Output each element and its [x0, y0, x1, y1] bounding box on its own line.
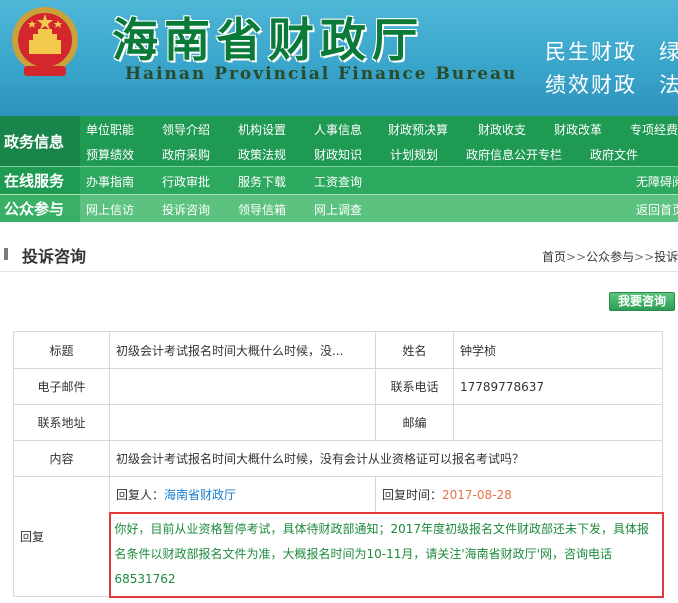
nav-row-gov-info: 政务信息 单位职能 领导介绍 机构设置 人事信息 财政预决算 财政收支 财政改革…	[0, 116, 678, 166]
breadcrumb: 首页>>公众参与>>投诉咨	[542, 248, 678, 265]
reply-content-box: 你好，目前从业资格暂停考试，具体待财政部通知；2017年度初级报名文件财政部还未…	[108, 511, 664, 598]
nav-link[interactable]: 政府采购	[162, 146, 210, 163]
nav-link[interactable]: 单位职能	[86, 121, 134, 138]
nav-link[interactable]: 办事指南	[86, 173, 134, 190]
home-link[interactable]: 返回首页	[636, 201, 678, 218]
accessibility-link[interactable]: 无障碍阅	[636, 173, 678, 190]
table-row: 电子邮件 联系电话 17789778637	[13, 368, 663, 405]
nav-section-label: 政务信息	[0, 116, 80, 166]
breadcrumb-separator: >>	[566, 250, 587, 264]
field-label: 电子邮件	[13, 368, 110, 405]
site-banner: 海南省财政厅 Hainan Provincial Finance Bureau …	[0, 0, 678, 116]
nav-row-public-participation: 公众参与 网上信访 投诉咨询 领导信箱 网上调查 返回首页	[0, 194, 678, 222]
title-value: 初级会计考试报名时间大概什么时候，没...	[109, 331, 376, 369]
slogan-text: 民生财政	[545, 40, 637, 64]
nav-link[interactable]: 机构设置	[238, 121, 286, 138]
nav-row-online-service: 在线服务 办事指南 行政审批 服务下载 工资查询 无障碍阅	[0, 166, 678, 194]
field-label: 联系电话	[375, 368, 454, 405]
breadcrumb-home[interactable]: 首页	[542, 250, 566, 264]
nav-link[interactable]: 财政知识	[314, 146, 362, 163]
reply-time-value: 2017-08-28	[442, 487, 512, 502]
nav-link[interactable]: 财政改革	[554, 121, 602, 138]
slogan-text: 绩效财政	[545, 73, 637, 97]
address-value	[109, 404, 376, 441]
field-label: 内容	[13, 440, 110, 477]
nav-link[interactable]: 财政预决算	[388, 121, 448, 138]
nav-link[interactable]: 投诉咨询	[162, 201, 210, 218]
slogan-line-2: 绩效财政法	[545, 69, 678, 99]
title-marker	[4, 248, 8, 260]
reply-time-label: 回复时间：	[382, 487, 443, 502]
site-subtitle: Hainan Provincial Finance Bureau	[125, 64, 518, 84]
field-label: 联系地址	[13, 404, 110, 441]
nav-link[interactable]: 服务下载	[238, 173, 286, 190]
nav-link[interactable]: 政策法规	[238, 146, 286, 163]
page-title: 投诉咨询	[22, 247, 87, 266]
nav-link[interactable]: 网上调查	[314, 201, 362, 218]
nav-link[interactable]: 人事信息	[314, 121, 362, 138]
breadcrumb-separator: >>	[634, 250, 655, 264]
ask-question-button[interactable]: 我要咨询	[609, 292, 675, 311]
breadcrumb-current: 投诉咨	[654, 250, 678, 264]
email-value	[109, 368, 376, 405]
field-label: 姓名	[375, 331, 454, 369]
slogan-tail: 法	[659, 73, 678, 97]
field-label: 标题	[13, 331, 110, 369]
table-row: 你好，目前从业资格暂停考试，具体待财政部通知；2017年度初级报名文件财政部还未…	[14, 511, 664, 598]
nav-items: 网上信访 投诉咨询 领导信箱 网上调查 返回首页	[80, 195, 678, 222]
nav-items: 办事指南 行政审批 服务下载 工资查询 无障碍阅	[80, 167, 678, 194]
field-label: 回复	[13, 476, 110, 597]
table-row: 标题 初级会计考试报名时间大概什么时候，没... 姓名 钟学桢	[13, 331, 663, 369]
nav-section-label: 公众参与	[0, 195, 80, 222]
replier-link[interactable]: 海南省财政厅	[164, 488, 236, 502]
replier-cell: 回复人：海南省财政厅	[109, 476, 376, 513]
reply-time-cell: 回复时间：2017-08-28	[375, 476, 663, 513]
zip-value	[453, 404, 663, 441]
nav-link[interactable]: 工资查询	[314, 173, 362, 190]
slogan-tail: 绿	[659, 40, 678, 64]
nav-items: 单位职能 领导介绍 机构设置 人事信息 财政预决算 财政收支 财政改革 专项经费…	[80, 116, 678, 166]
national-emblem-icon	[12, 7, 78, 76]
nav-link[interactable]: 网上信访	[86, 201, 134, 218]
nav-link[interactable]: 领导介绍	[162, 121, 210, 138]
nav-link[interactable]: 政府信息公开专栏	[466, 146, 562, 163]
nav-link[interactable]: 领导信箱	[238, 201, 286, 218]
nav-link[interactable]: 专项经费	[630, 121, 678, 138]
content-value: 初级会计考试报名时间大概什么时候，没有会计从业资格证可以报名考试吗？	[109, 440, 663, 477]
reply-content: 你好，目前从业资格暂停考试，具体待财政部通知；2017年度初级报名文件财政部还未…	[114, 522, 650, 586]
name-value: 钟学桢	[453, 331, 663, 369]
table-row: 内容 初级会计考试报名时间大概什么时候，没有会计从业资格证可以报名考试吗？	[13, 440, 663, 477]
main-nav: 政务信息 单位职能 领导介绍 机构设置 人事信息 财政预决算 财政收支 财政改革…	[0, 116, 678, 222]
slogan-line-1: 民生财政绿	[545, 36, 678, 66]
nav-section-label: 在线服务	[0, 167, 80, 194]
consultation-detail-table: 标题 初级会计考试报名时间大概什么时候，没... 姓名 钟学桢 电子邮件 联系电…	[13, 331, 664, 598]
breadcrumb-section[interactable]: 公众参与	[586, 250, 634, 264]
phone-value: 17789778637	[453, 368, 663, 405]
page-header: 投诉咨询 首页>>公众参与>>投诉咨	[0, 236, 678, 272]
table-row: 联系地址 邮编	[13, 404, 663, 441]
replier-label: 回复人：	[116, 487, 165, 502]
nav-link[interactable]: 预算绩效	[86, 146, 134, 163]
nav-link[interactable]: 财政收支	[478, 121, 526, 138]
table-row: 回复 回复人：海南省财政厅 回复时间：2017-08-28	[13, 476, 663, 597]
nav-link[interactable]: 计划规划	[390, 146, 438, 163]
nav-link[interactable]: 政府文件	[590, 146, 638, 163]
field-label: 邮编	[375, 404, 454, 441]
site-title: 海南省财政厅	[112, 13, 424, 67]
nav-link[interactable]: 行政审批	[162, 173, 210, 190]
